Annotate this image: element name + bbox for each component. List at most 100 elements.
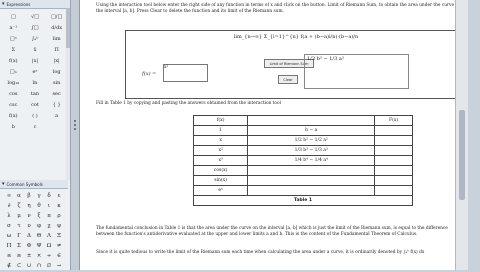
symbol-button[interactable]: γ (34, 192, 44, 199)
expression-template-button[interactable]: f(x) (3, 111, 24, 120)
table-cell[interactable] (374, 155, 413, 166)
symbol-button[interactable]: × (34, 252, 44, 259)
function-input[interactable]: x² (163, 64, 208, 82)
expression-template-button[interactable]: □ (3, 12, 24, 21)
table-cell[interactable] (247, 175, 376, 186)
symbol-button[interactable]: χ (44, 222, 54, 229)
symbol-button[interactable]: ∞ (4, 192, 14, 199)
symbol-button[interactable]: θ (34, 202, 44, 209)
table-cell[interactable] (374, 145, 413, 156)
symbol-button[interactable]: ± (24, 252, 34, 259)
symbol-button[interactable]: ξ (34, 212, 44, 219)
expression-template-button[interactable]: sec (46, 89, 67, 98)
symbol-button[interactable]: Σ (14, 242, 24, 249)
symbol-button[interactable]: τ (14, 222, 24, 229)
symbol-button[interactable]: Λ (44, 232, 54, 239)
symbol-button[interactable]: ≤ (4, 252, 14, 259)
expression-template-button[interactable]: ∫□ (25, 23, 46, 32)
panel-splitter[interactable] (71, 0, 80, 270)
table-cell[interactable] (247, 185, 376, 196)
expression-template-button[interactable]: |x| (46, 56, 67, 65)
symbol-button[interactable]: κ (54, 202, 64, 209)
symbol-button[interactable]: δ (44, 192, 54, 199)
table-cell[interactable] (374, 185, 413, 196)
table-cell[interactable] (374, 135, 413, 146)
symbol-button[interactable]: ≥ (14, 252, 24, 259)
expression-template-button[interactable]: log₁₀ (3, 78, 24, 87)
expression-template-button[interactable]: csc (3, 100, 24, 109)
symbol-button[interactable]: ⊂ (14, 262, 24, 269)
symbol-button[interactable]: ≠ (54, 242, 64, 249)
expression-template-button[interactable]: tan (25, 89, 46, 98)
expression-template-button[interactable]: cos (3, 89, 24, 98)
expression-template-button[interactable]: a (46, 111, 67, 120)
document-scroll-thumb[interactable] (459, 110, 465, 200)
symbol-button[interactable]: μ (14, 212, 24, 219)
symbol-button[interactable]: ∅ (44, 262, 54, 269)
symbol-button[interactable]: ι (44, 202, 54, 209)
symbol-button[interactable]: Π (4, 242, 14, 249)
symbol-button[interactable]: Ξ (54, 232, 64, 239)
table-cell[interactable]: 1/3 b³ − 1/3 a³ (247, 145, 376, 156)
symbol-button[interactable]: ÷ (44, 252, 54, 259)
symbols-panel-header[interactable]: ▾ Common Symbols (0, 180, 68, 189)
expression-template-button[interactable]: ∫ₐᵇ (25, 34, 46, 43)
collapse-triangle-icon[interactable]: ▾ (2, 181, 5, 187)
table-cell[interactable] (374, 125, 413, 136)
expression-template-button[interactable]: b (3, 122, 24, 131)
expression-template-button[interactable]: f(x) (3, 56, 24, 65)
symbol-button[interactable]: Ψ (34, 242, 44, 249)
expression-template-button[interactable]: □ₙ (3, 67, 24, 76)
expression-template-button[interactable]: lim (46, 34, 67, 43)
table-cell[interactable]: 1/2 b² − 1/2 a² (247, 135, 376, 146)
symbol-button[interactable]: ε (54, 192, 64, 199)
symbol-button[interactable]: ∂ (4, 202, 14, 209)
table-cell[interactable]: cos(x) (192, 165, 249, 176)
symbol-button[interactable]: ∉ (4, 262, 14, 269)
expression-template-button[interactable]: ( ) (25, 111, 46, 120)
symbol-button[interactable]: ω (4, 232, 14, 239)
table-cell[interactable]: x² (192, 145, 249, 156)
table-cell[interactable] (247, 165, 376, 176)
symbol-button[interactable]: Θ (34, 232, 44, 239)
symbol-button[interactable]: ν (24, 212, 34, 219)
symbol-button[interactable]: σ (4, 222, 14, 229)
symbol-button[interactable]: ψ (54, 222, 64, 229)
palette-scroll-thumb[interactable] (66, 8, 70, 48)
expression-template-button[interactable]: Π (46, 45, 67, 54)
symbol-button[interactable]: α (14, 192, 24, 199)
symbol-button[interactable]: η (24, 202, 34, 209)
expression-template-button[interactable]: { } (46, 100, 67, 109)
symbol-button[interactable]: ∩ (34, 262, 44, 269)
expression-template-button[interactable]: |x| (25, 56, 46, 65)
symbol-button[interactable]: π (44, 212, 54, 219)
expression-template-button[interactable]: cot (25, 100, 46, 109)
symbol-button[interactable]: Φ (24, 242, 34, 249)
symbol-button[interactable]: ∈ (54, 252, 64, 259)
expression-template-button[interactable]: □/□ (46, 12, 67, 21)
expression-template-button[interactable]: sin (46, 78, 67, 87)
symbol-button[interactable]: ∪ (24, 262, 34, 269)
expression-template-button[interactable]: √□ (25, 12, 46, 21)
palette-scrollbar[interactable] (66, 8, 70, 180)
table-cell[interactable]: 1/4 b⁴ − 1/4 a⁴ (247, 155, 376, 166)
clear-button[interactable]: Clear (278, 75, 298, 84)
symbol-button[interactable]: Γ (14, 232, 24, 239)
expression-template-button[interactable]: □ⁿ (3, 34, 24, 43)
expression-template-button[interactable]: ln (25, 78, 46, 87)
expression-template-button[interactable]: eˣ (25, 67, 46, 76)
symbol-button[interactable]: Ω (44, 242, 54, 249)
table-cell[interactable]: x (192, 135, 249, 146)
table-cell[interactable] (374, 165, 413, 176)
table-cell[interactable]: 1 (192, 125, 249, 136)
table-cell[interactable]: b − a (247, 125, 376, 136)
expression-template-button[interactable]: log (46, 67, 67, 76)
symbol-button[interactable]: → (54, 262, 64, 269)
expression-template-button[interactable]: c (25, 122, 46, 131)
expression-template-button[interactable]: d/dx (46, 23, 67, 32)
symbol-button[interactable]: ρ (54, 212, 64, 219)
symbol-button[interactable]: υ (24, 222, 34, 229)
expression-template-button[interactable]: a⁻¹ (3, 23, 24, 32)
expression-template-button[interactable]: x̄ (25, 45, 46, 54)
table-cell[interactable]: x³ (192, 155, 249, 166)
